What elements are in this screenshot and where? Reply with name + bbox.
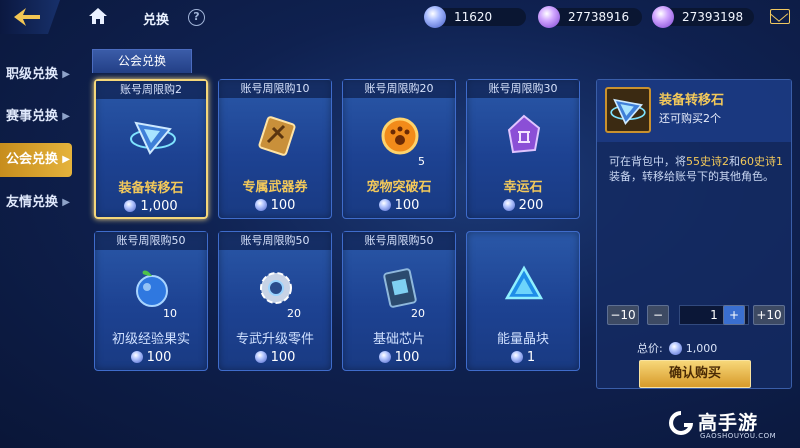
- mail-icon[interactable]: [770, 9, 790, 24]
- gem-icon: [378, 199, 391, 211]
- purple-crystal-icon: [538, 6, 560, 28]
- item-card[interactable]: 账号周限购50 10 初级经验果实 100: [94, 231, 208, 371]
- sidebar-item-friend-exchange[interactable]: 友情兑换 ▶: [0, 186, 72, 220]
- chevron-right-icon: ▶: [62, 111, 70, 122]
- item-card[interactable]: 账号周限购20 5 宠物突破石 100: [342, 79, 456, 219]
- detail-remaining: 还可购买2个: [659, 112, 721, 125]
- total-price: 总价: 1,000: [637, 342, 718, 355]
- currency-crystal-1: 27738916: [538, 6, 642, 28]
- detail-header: 装备转移石 还可购买2个: [597, 80, 791, 142]
- back-button[interactable]: [0, 0, 60, 34]
- gem-icon: [124, 200, 137, 212]
- plus-button[interactable]: +: [723, 305, 745, 325]
- watermark: 高手游 GAOSHOUYOU.COM: [666, 406, 794, 442]
- transfer-stone-icon: [130, 121, 176, 155]
- gem-icon: [254, 199, 267, 211]
- weapon-ticket-icon: [258, 116, 296, 156]
- pet-stone-icon: [381, 117, 419, 155]
- gem-icon: [378, 351, 391, 363]
- transfer-stone-icon: [610, 98, 646, 125]
- item-card[interactable]: 账号周限购50 20 基础芯片 100: [342, 231, 456, 371]
- top-bar: 兑换 ? 11620 27738916 27393198: [0, 0, 800, 36]
- chevron-right-icon: ▶: [62, 197, 70, 208]
- item-card[interactable]: 账号周限购50 20 专武升级零件 100: [218, 231, 332, 371]
- help-icon[interactable]: ?: [188, 9, 205, 26]
- detail-description: 可在背包中，将55史诗2和60史诗1装备，转移给账号下的其他角色。: [609, 155, 783, 183]
- quantity-stepper: −10 − 1 + +10: [607, 305, 787, 325]
- detail-item-name: 装备转移石: [659, 93, 725, 108]
- gem-icon: [254, 351, 267, 363]
- gem-icon: [424, 6, 446, 28]
- back-arrow-icon: [14, 8, 40, 26]
- page-title: 兑换: [143, 13, 170, 28]
- sidebar-item-guild-exchange[interactable]: 公会兑换 ▶: [0, 143, 72, 177]
- gem-icon: [668, 342, 682, 355]
- gear-part-icon: [260, 272, 292, 304]
- minus-10-button[interactable]: −10: [607, 305, 639, 325]
- detail-item-icon: [605, 87, 651, 133]
- gem-icon: [510, 351, 523, 363]
- chevron-right-icon: ▶: [62, 69, 70, 80]
- detail-panel: 装备转移石 还可购买2个 可在背包中，将55史诗2和60史诗1装备，转移给账号下…: [596, 79, 792, 389]
- chevron-right-icon: ▶: [62, 154, 70, 165]
- plus-10-button[interactable]: +10: [753, 305, 785, 325]
- watermark-logo-icon: [669, 411, 693, 435]
- lucky-stone-icon: [507, 114, 541, 154]
- sidebar-item-rank-exchange[interactable]: 职级兑换 ▶: [0, 58, 72, 92]
- currency-gem: 11620: [424, 6, 526, 28]
- gem-icon: [130, 351, 143, 363]
- item-card[interactable]: 账号周限购2 装备转移石 1,000: [94, 79, 208, 219]
- home-icon[interactable]: [88, 7, 108, 25]
- sidebar-item-event-exchange[interactable]: 赛事兑换 ▶: [0, 100, 72, 134]
- minus-button[interactable]: −: [647, 305, 669, 325]
- energy-crystal-icon: [504, 265, 544, 300]
- currency-crystal-2: 27393198: [652, 6, 754, 28]
- item-card[interactable]: 账号周限购10 专属武器券 100: [218, 79, 332, 219]
- gem-icon: [502, 199, 515, 211]
- chip-icon: [383, 268, 417, 308]
- item-grid: 账号周限购2 装备转移石 1,000 账号周限购10 专属武器券 100 账号周…: [94, 79, 584, 371]
- purple-crystal-icon: [652, 6, 674, 28]
- exp-fruit-icon: [136, 270, 168, 307]
- item-card[interactable]: 账号周限购30 幸运石 200: [466, 79, 580, 219]
- confirm-purchase-button[interactable]: 确认购买: [639, 360, 751, 388]
- tab-guild-exchange[interactable]: 公会兑换: [92, 49, 192, 73]
- item-card[interactable]: 能量晶块 1: [466, 231, 580, 371]
